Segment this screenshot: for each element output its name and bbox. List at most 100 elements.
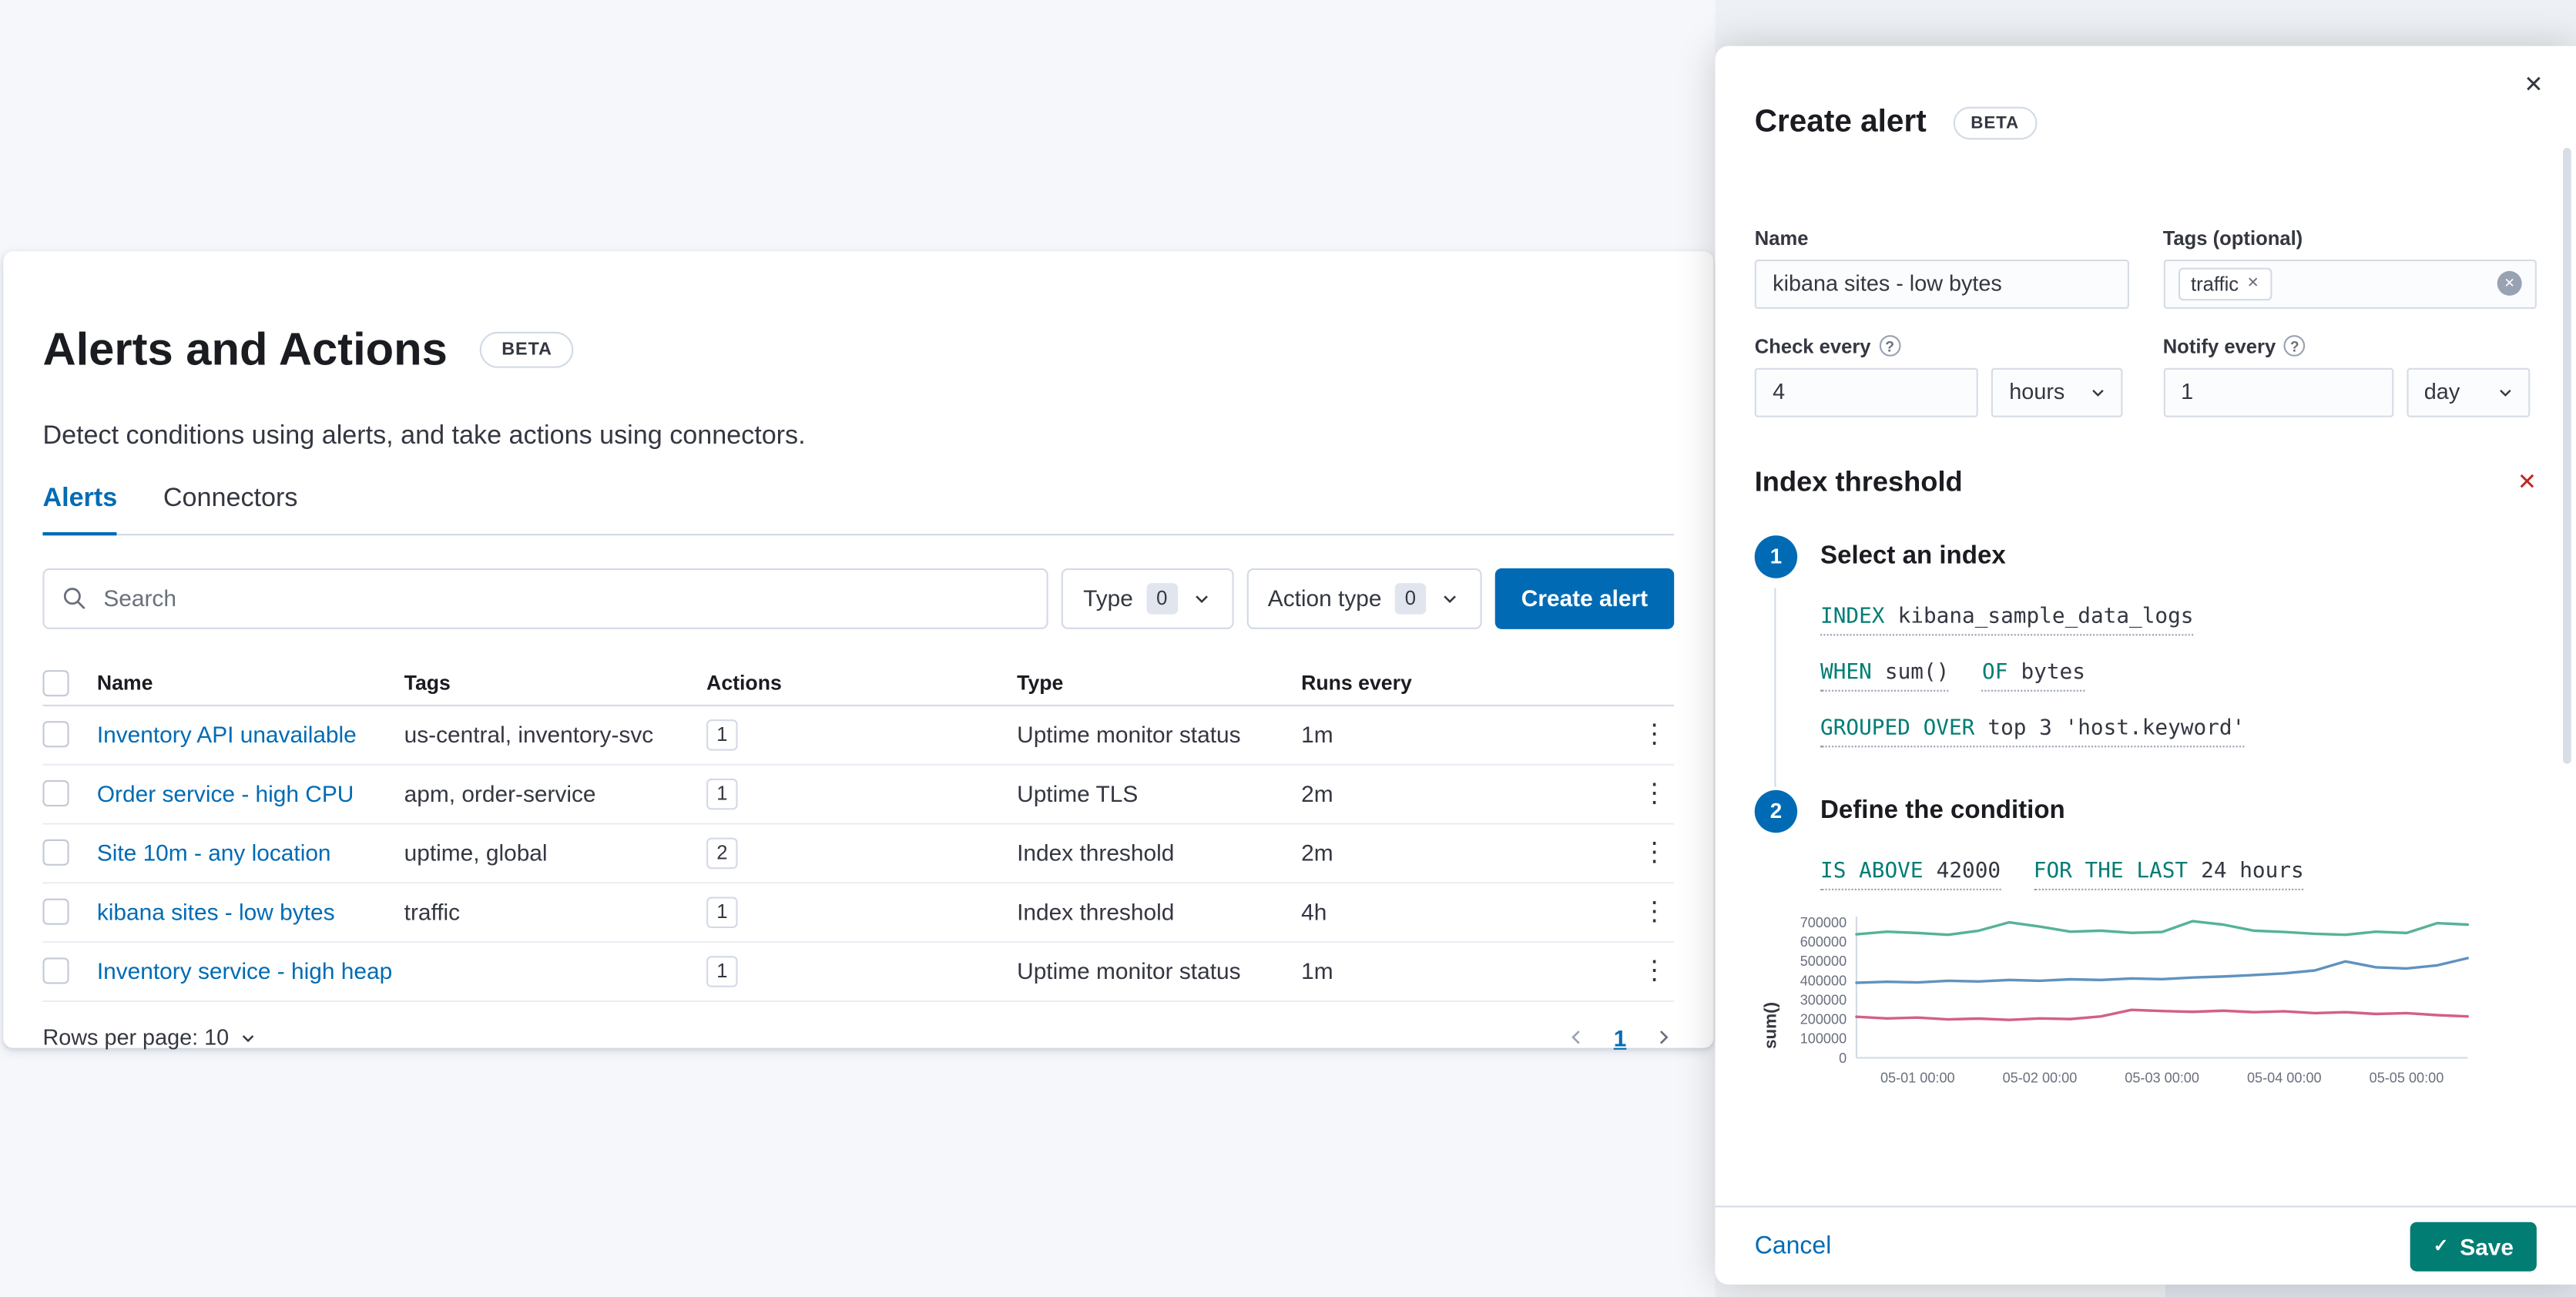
flyout-scrollbar[interactable] [2563, 147, 2571, 764]
tags-combobox[interactable]: traffic ✕ ✕ [2162, 258, 2537, 308]
rows-per-page-selector[interactable]: Rows per page: 10 [42, 1025, 258, 1050]
svg-text:05-01 00:00: 05-01 00:00 [1880, 1069, 1955, 1084]
row-checkbox[interactable] [42, 839, 69, 866]
table-footer: Rows per page: 10 1 [42, 1024, 1674, 1051]
row-checkbox[interactable] [42, 957, 69, 984]
threshold-expression-button[interactable]: IS ABOVE 42000 [1820, 858, 2001, 890]
column-header-tags: Tags [404, 671, 451, 695]
svg-text:05-05 00:00: 05-05 00:00 [2370, 1069, 2444, 1084]
check-every-unit-select[interactable]: hours [1991, 367, 2123, 417]
create-alert-flyout: ✕ Create alert BETA Name Tags (optional)… [1715, 45, 2576, 1285]
search-input[interactable] [100, 583, 1031, 613]
svg-text:600000: 600000 [1800, 933, 1846, 949]
beta-badge: BETA [480, 331, 574, 368]
check-every-group: Check every ? hours [1754, 334, 2128, 417]
when-expression-button[interactable]: WHEN sum() [1820, 659, 1950, 691]
chart-y-axis-title: sum() [1761, 1002, 1781, 1050]
action-type-filter-button[interactable]: Action type 0 [1246, 567, 1482, 628]
svg-text:05-02 00:00: 05-02 00:00 [2003, 1069, 2078, 1084]
grouped-over-expression-button[interactable]: GROUPED OVER top 3 'host.keyword' [1820, 716, 2246, 747]
create-alert-button[interactable]: Create alert [1494, 567, 1675, 628]
search-field[interactable] [42, 567, 1049, 628]
tag-pill[interactable]: traffic ✕ [2177, 266, 2272, 300]
alert-type-header: Index threshold ✕ [1755, 466, 2537, 499]
check-icon: ✓ [2433, 1236, 2449, 1257]
tab-bar: Alerts Connectors [42, 484, 1675, 535]
row-actions-menu-icon[interactable]: ⋮ [1635, 895, 1674, 928]
chevron-down-icon [239, 1027, 259, 1047]
tab-alerts[interactable]: Alerts [42, 484, 118, 535]
info-icon[interactable]: ? [1879, 335, 1900, 357]
next-page-icon[interactable] [1652, 1027, 1674, 1048]
page-header: Alerts and Actions BETA [42, 290, 1674, 407]
tags-label: Tags (optional) [2162, 226, 2303, 250]
name-input[interactable] [1754, 258, 2128, 308]
remove-alert-type-icon[interactable]: ✕ [2517, 468, 2537, 496]
check-every-value-input[interactable] [1754, 367, 1978, 417]
beta-badge: BETA [1952, 106, 2038, 139]
check-every-label: Check every [1754, 334, 1871, 357]
row-actions-menu-icon[interactable]: ⋮ [1635, 777, 1674, 810]
step-title: Define the condition [1820, 796, 2065, 824]
notify-every-group: Notify every ? day [2162, 334, 2537, 417]
search-icon [61, 585, 87, 611]
action-type-filter-count: 0 [1394, 582, 1427, 614]
actions-count-badge: 2 [706, 836, 738, 869]
tag-remove-icon[interactable]: ✕ [2247, 274, 2259, 292]
row-actions-menu-icon[interactable]: ⋮ [1635, 836, 1674, 870]
tab-connectors[interactable]: Connectors [163, 484, 298, 533]
row-tags: uptime, global [404, 839, 548, 866]
chevron-down-icon [2088, 382, 2108, 402]
of-expression-button[interactable]: OF bytes [1982, 659, 2085, 691]
screen: Alerts and Actions BETA Detect condition… [0, 0, 2576, 1297]
close-icon[interactable]: ✕ [2524, 72, 2543, 96]
page-number[interactable]: 1 [1614, 1024, 1627, 1051]
name-label: Name [1754, 226, 1809, 250]
row-actions-menu-icon[interactable]: ⋮ [1635, 718, 1674, 751]
cancel-button[interactable]: Cancel [1755, 1232, 1832, 1260]
notify-every-unit-select[interactable]: day [2406, 367, 2530, 417]
chevron-down-icon [1191, 587, 1213, 608]
row-checkbox[interactable] [42, 721, 69, 748]
table-row: kibana sites - low bytes traffic 1 Index… [42, 883, 1675, 943]
notify-every-label: Notify every [2162, 334, 2276, 357]
row-runs-every: 2m [1301, 780, 1333, 807]
index-expression-button[interactable]: INDEX kibana_sample_data_logs [1820, 604, 2194, 635]
svg-text:400000: 400000 [1800, 972, 1846, 987]
chevron-down-icon [2495, 382, 2515, 402]
clear-tags-icon[interactable]: ✕ [2497, 270, 2522, 296]
flyout-footer: Cancel ✓ Save [1715, 1205, 2576, 1285]
name-field-group: Name [1754, 226, 2128, 308]
type-filter-label: Type [1083, 585, 1133, 612]
select-all-checkbox[interactable] [42, 669, 69, 696]
alert-name-link[interactable]: Inventory API unavailable [97, 721, 404, 747]
rows-per-page-label: Rows per page: 10 [42, 1024, 230, 1050]
alerts-table: Name Tags Actions Type Runs every Invent… [42, 661, 1675, 1051]
row-tags: apm, order-service [404, 780, 596, 807]
table-row: Inventory service - high heap 1 Uptime m… [42, 942, 1675, 1001]
row-tags: us-central, inventory-svc [404, 721, 654, 748]
alert-name-link[interactable]: Order service - high CPU [97, 780, 404, 806]
column-header-actions: Actions [706, 671, 782, 695]
time-window-expression-button[interactable]: FOR THE LAST 24 hours [2033, 858, 2304, 890]
row-actions-menu-icon[interactable]: ⋮ [1635, 954, 1674, 987]
alert-name-link[interactable]: Inventory service - high heap [97, 957, 404, 984]
action-type-filter-label: Action type [1267, 585, 1382, 612]
row-checkbox[interactable] [42, 780, 69, 807]
svg-text:300000: 300000 [1800, 991, 1846, 1007]
actions-count-badge: 1 [706, 719, 738, 750]
page-title: Alerts and Actions [42, 323, 448, 374]
previous-page-icon[interactable] [1566, 1027, 1588, 1048]
svg-text:700000: 700000 [1800, 914, 1846, 930]
alert-form: Name Tags (optional) traffic ✕ ✕ Check e… [1754, 226, 2537, 417]
notify-every-value-input[interactable] [2162, 367, 2393, 417]
type-filter-count: 0 [1145, 582, 1178, 614]
alert-name-link[interactable]: Site 10m - any location [97, 840, 404, 866]
info-icon[interactable]: ? [2283, 335, 2306, 357]
alert-name-link[interactable]: kibana sites - low bytes [97, 899, 404, 925]
type-filter-button[interactable]: Type 0 [1062, 567, 1233, 628]
row-checkbox[interactable] [42, 898, 69, 925]
row-runs-every: 4h [1301, 898, 1327, 925]
save-button[interactable]: ✓ Save [2410, 1221, 2537, 1271]
row-runs-every: 1m [1301, 957, 1333, 984]
